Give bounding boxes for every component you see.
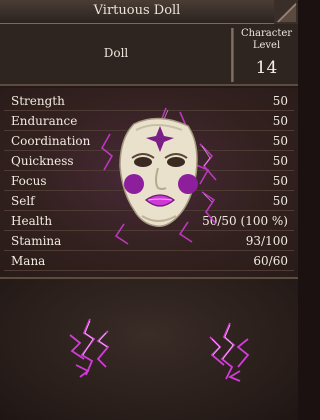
stat-value: 93/100: [245, 234, 288, 248]
stat-label: Coordination: [11, 134, 91, 148]
level-label: Character Level: [235, 28, 298, 52]
magenta-lightning-spark-icon: [200, 319, 256, 383]
title-corner-ornament-icon: [274, 0, 298, 24]
stat-value: 50: [272, 114, 288, 128]
stat-row-strength: Strength 50: [4, 92, 294, 111]
stat-value: 50: [272, 194, 288, 208]
stat-row-quickness: Quickness 50: [4, 152, 294, 171]
header-divider: [231, 28, 234, 82]
title-bar[interactable]: Virtuous Doll: [0, 0, 298, 24]
stats-section: Strength 50 Endurance 50 Coordination 50…: [0, 88, 298, 277]
stat-value: 50: [272, 174, 288, 188]
stat-label: Focus: [11, 174, 47, 188]
character-class-name: Doll: [103, 46, 129, 60]
stat-label: Self: [11, 194, 35, 208]
stat-value: 50/50 (100 %): [202, 214, 288, 228]
level-label-line2: Level: [252, 40, 281, 51]
stat-label: Quickness: [11, 154, 74, 168]
effects-footer: [0, 277, 298, 420]
stat-row-coordination: Coordination 50: [4, 132, 294, 151]
character-info-panel: Virtuous Doll Doll Character Level 14 St…: [0, 0, 298, 420]
stat-value: 50: [272, 94, 288, 108]
stat-label: Stamina: [11, 234, 62, 248]
stat-value: 50: [272, 134, 288, 148]
character-header: Doll Character Level 14: [0, 24, 298, 86]
magenta-lightning-spark-icon: [62, 315, 118, 379]
stat-row-focus: Focus 50: [4, 172, 294, 191]
level-label-line1: Character: [240, 28, 293, 39]
stat-label: Strength: [11, 94, 65, 108]
stat-row-health: Health 50/50 (100 %): [4, 212, 294, 231]
stat-value: 50: [272, 154, 288, 168]
stat-label: Endurance: [11, 114, 78, 128]
stat-value: 60/60: [253, 254, 288, 268]
stat-label: Mana: [11, 254, 46, 268]
level-value: 14: [255, 58, 278, 78]
window-title: Virtuous Doll: [93, 3, 181, 18]
stat-row-stamina: Stamina 93/100: [4, 232, 294, 251]
stat-label: Health: [11, 214, 53, 228]
stat-row-self: Self 50: [4, 192, 294, 211]
stat-row-mana: Mana 60/60: [4, 252, 294, 271]
stat-row-endurance: Endurance 50: [4, 112, 294, 131]
